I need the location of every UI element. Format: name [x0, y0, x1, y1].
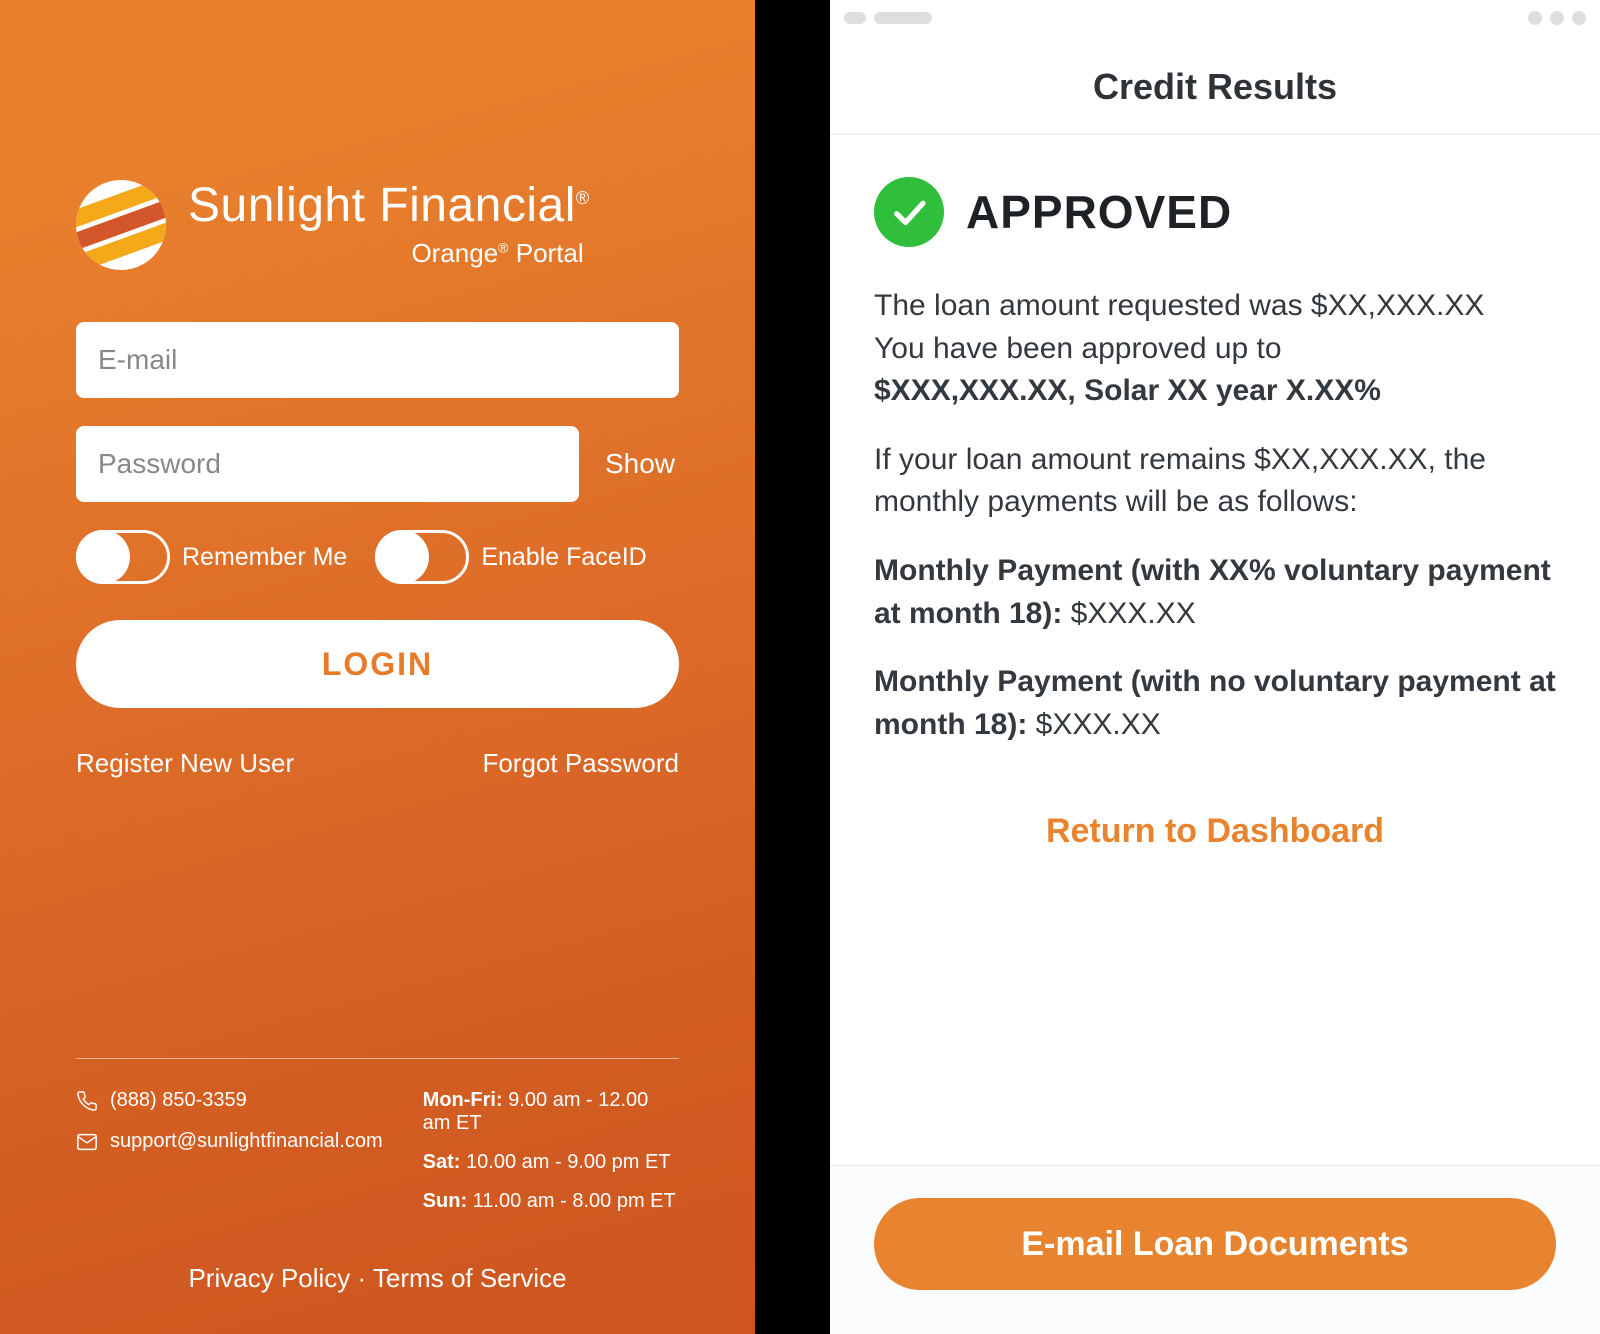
approved-status: APPROVED: [966, 185, 1232, 239]
monthly-without-value: $XXX.XX: [1036, 708, 1161, 741]
email-loan-documents-button[interactable]: E-mail Loan Documents: [874, 1198, 1556, 1290]
privacy-policy-link[interactable]: Privacy Policy: [188, 1263, 350, 1293]
approved-upto-prefix: You have been approved up to: [874, 332, 1282, 365]
return-to-dashboard-link[interactable]: Return to Dashboard: [830, 772, 1600, 885]
register-link[interactable]: Register New User: [76, 748, 294, 779]
login-panel: Sunlight Financial® Orange® Portal Show …: [0, 0, 755, 1334]
brand-name: Sunlight Financial®: [188, 182, 590, 230]
forgot-password-link[interactable]: Forgot Password: [482, 748, 679, 779]
monthly-without-label: Monthly Payment (with no voluntary payme…: [874, 665, 1556, 741]
login-button[interactable]: LOGIN: [76, 620, 679, 708]
brand-row: Sunlight Financial® Orange® Portal: [76, 180, 679, 270]
support-email: support@sunlightfinancial.com: [110, 1130, 383, 1153]
brand-logo-icon: [76, 180, 166, 270]
approved-upto-value: $XXX,XXX.XX, Solar XX year X.XX%: [874, 374, 1381, 407]
email-input[interactable]: [76, 322, 679, 398]
monthly-with-value: $XXX.XX: [1071, 597, 1196, 630]
support-hours: Mon-Fri: 9.00 am - 12.00 am ET Sat: 10.0…: [423, 1089, 679, 1229]
password-input[interactable]: [76, 426, 579, 502]
faceid-toggle[interactable]: [375, 530, 469, 584]
remaining-amount-text: If your loan amount remains $XX,XXX.XX, …: [874, 439, 1556, 524]
faceid-label: Enable FaceID: [481, 543, 646, 572]
terms-of-service-link[interactable]: Terms of Service: [373, 1263, 567, 1293]
legal-separator: ·: [358, 1263, 373, 1293]
show-password-button[interactable]: Show: [601, 448, 679, 480]
credit-results-panel: Credit Results APPROVED The loan amount …: [830, 0, 1600, 1334]
remember-me-toggle[interactable]: [76, 530, 170, 584]
brand-subtitle: Orange® Portal: [188, 238, 590, 269]
device-status-bar: [830, 0, 1600, 26]
monthly-with-label: Monthly Payment (with XX% voluntary paym…: [874, 554, 1551, 630]
requested-amount-text: The loan amount requested was $XX,XXX.XX: [874, 289, 1484, 322]
footer-divider: [76, 1058, 679, 1059]
remember-me-label: Remember Me: [182, 543, 347, 572]
phone-icon: [76, 1090, 98, 1112]
page-title: Credit Results: [830, 26, 1600, 135]
approved-check-icon: [874, 177, 944, 247]
support-phone: (888) 850-3359: [110, 1089, 247, 1112]
mail-icon: [76, 1131, 98, 1153]
